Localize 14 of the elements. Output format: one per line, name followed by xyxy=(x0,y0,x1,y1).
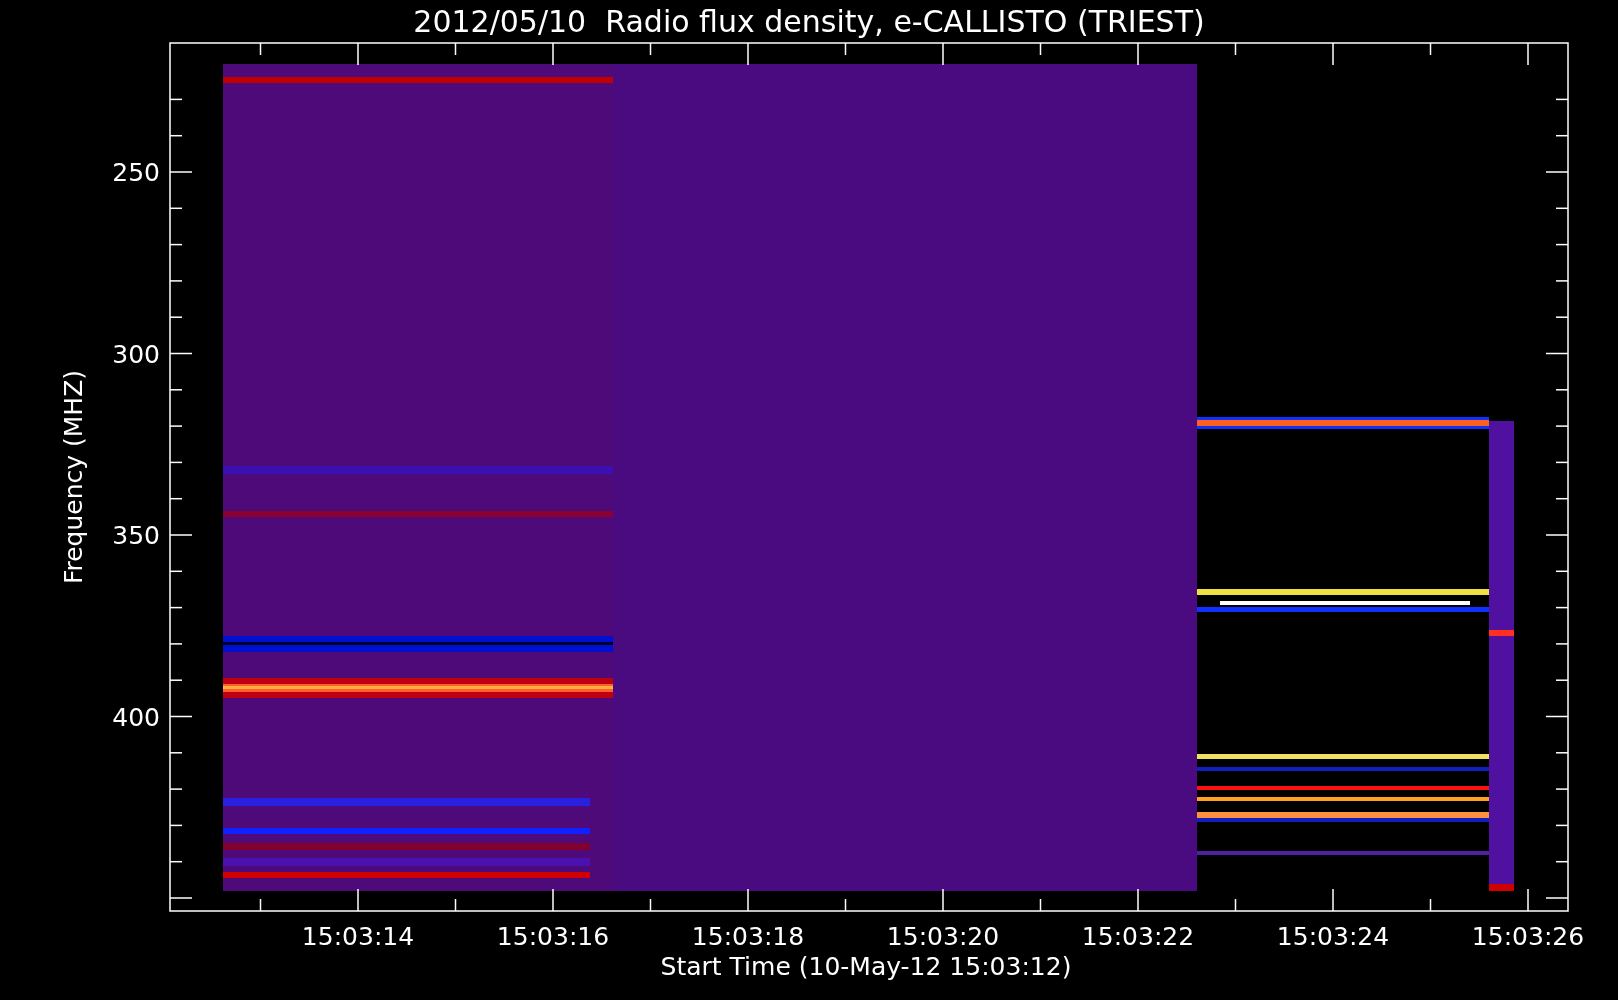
x-tick-label: 15:03:24 xyxy=(1276,922,1390,951)
y-tick-label: 250 xyxy=(112,158,160,187)
x-tick-label: 15:03:14 xyxy=(301,922,415,951)
x-tick-label: 15:03:18 xyxy=(691,922,805,951)
x-tick-label: 15:03:20 xyxy=(886,922,1000,951)
x-tick-label: 15:03:22 xyxy=(1081,922,1195,951)
x-axis-label: Start Time (10-May-12 15:03:12) xyxy=(660,952,1072,981)
x-tick-label: 15:03:26 xyxy=(1471,922,1585,951)
y-axis-label: Frequency (MHZ) xyxy=(59,369,88,585)
x-tick-label: 15:03:16 xyxy=(496,922,610,951)
y-tick-label: 400 xyxy=(112,702,160,732)
chart-title: 2012/05/10 Radio flux density, e-CALLISTO (TRIEST) xyxy=(413,4,1205,39)
y-tick-label: 300 xyxy=(112,339,160,369)
y-tick-label: 350 xyxy=(112,521,160,550)
